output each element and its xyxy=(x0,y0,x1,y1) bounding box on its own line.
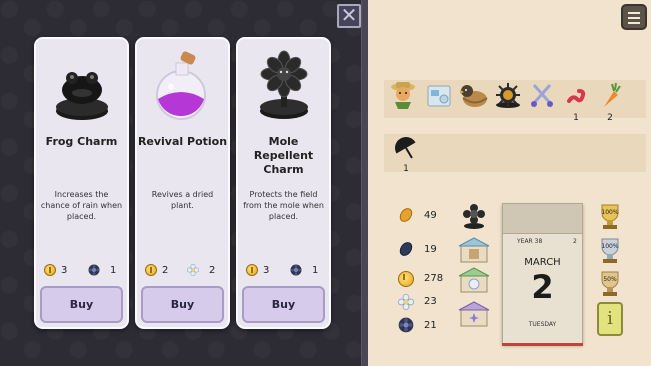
mine-bomb-icon[interactable] xyxy=(493,80,523,110)
calendar-accent xyxy=(502,343,583,346)
resource-dark-flower xyxy=(398,316,414,334)
card-title: Mole Repellent Charm xyxy=(253,135,314,176)
umbrella-count: 1 xyxy=(403,164,409,174)
light-flower-icon xyxy=(187,264,199,276)
coin-icon xyxy=(246,264,258,276)
card-description: Protects the field from the mole when pl… xyxy=(243,190,324,221)
resource-dark-seed-value: 19 xyxy=(424,244,437,255)
dark-seed-leaf-icon xyxy=(399,242,413,256)
trophy-bronze[interactable]: 50% xyxy=(596,268,624,298)
mole-flower-shed-icon[interactable] xyxy=(458,202,490,230)
revival-potion-icon xyxy=(156,51,206,120)
card-description: Revives a dried plant. xyxy=(151,190,214,210)
seed-cost: 1 xyxy=(88,263,116,277)
sparkle-shed-icon[interactable] xyxy=(458,300,490,328)
card-title: Revival Potion xyxy=(137,135,228,148)
sprinkler-box-icon[interactable] xyxy=(424,80,454,110)
calendar-year: YEAR 38 xyxy=(517,238,543,245)
buy-button[interactable]: Buy xyxy=(40,286,123,323)
dark-seed-icon xyxy=(290,264,302,276)
coin-icon xyxy=(145,264,157,276)
shop-card-revival-potion: Revival Potion Revives a dried plant. 2 … xyxy=(135,37,230,329)
dark-flower-icon xyxy=(398,317,414,333)
resource-coins-value: 278 xyxy=(424,273,444,284)
trophy-percent: 100% xyxy=(601,209,619,216)
frog-charm-icon xyxy=(56,72,108,120)
nest-bird-icon[interactable] xyxy=(458,80,488,110)
calendar-page: 2 xyxy=(573,238,577,245)
box-shed-icon[interactable] xyxy=(458,236,490,264)
trophy-gold[interactable]: 100% xyxy=(596,201,624,231)
buy-button[interactable]: Buy xyxy=(141,286,224,323)
coin-cost-value: 3 xyxy=(263,264,270,276)
shop-panel-edge xyxy=(361,0,368,366)
resource-dark-flower-value: 21 xyxy=(424,320,437,331)
calendar-weekday: TUESDAY xyxy=(528,321,557,328)
flower-cost-value: 2 xyxy=(209,264,216,276)
umbrella-icon[interactable] xyxy=(391,133,421,163)
shop-card-frog-charm: Frog Charm Increases the chance of rain … xyxy=(34,37,129,329)
calendar-day: 2 xyxy=(531,268,554,306)
calendar[interactable]: YEAR 38 2 MARCH 2 TUESDAY xyxy=(502,203,583,346)
scissors-icon[interactable] xyxy=(527,80,557,110)
trophy-silver[interactable]: 100% xyxy=(596,235,624,265)
resource-coins xyxy=(398,270,414,288)
coin-cost: 2 xyxy=(145,263,168,277)
trophy-icon xyxy=(601,204,619,229)
resource-light-flower-value: 23 xyxy=(424,296,437,307)
carrot-icon[interactable] xyxy=(594,80,624,110)
mole-repellent-charm-icon xyxy=(260,50,308,119)
worm-count: 1 xyxy=(573,113,579,123)
scarecrow-icon[interactable] xyxy=(388,80,418,110)
carrot-count: 2 xyxy=(607,113,613,123)
trophy-icon xyxy=(601,271,619,296)
calendar-header xyxy=(503,204,582,234)
resource-seed-value: 49 xyxy=(424,210,437,221)
trophy-percent: 50% xyxy=(603,276,617,283)
resource-seed xyxy=(398,206,414,224)
buy-button[interactable]: Buy xyxy=(242,286,325,323)
light-flower-icon xyxy=(398,294,414,310)
flower-shed-icon[interactable] xyxy=(458,266,490,294)
coin-cost-value: 3 xyxy=(61,264,68,276)
seed-cost: 1 xyxy=(290,263,318,277)
calendar-month: MARCH xyxy=(524,257,561,268)
close-button[interactable]: ✕ xyxy=(337,4,361,28)
seed-icon xyxy=(399,208,413,222)
shop-card-mole-repellent-charm: Mole Repellent Charm Protects the field … xyxy=(236,37,331,329)
card-title: Frog Charm xyxy=(45,135,118,148)
inventory-row-2 xyxy=(384,134,646,172)
info-button[interactable]: i xyxy=(597,302,623,336)
seed-cost-value: 1 xyxy=(110,264,117,276)
card-description: Increases the chance of rain when placed… xyxy=(40,190,123,221)
trophy-icon xyxy=(601,238,619,263)
resource-dark-seed xyxy=(398,240,414,258)
resource-light-flower xyxy=(398,293,414,311)
coin-cost: 3 xyxy=(44,263,67,277)
coin-cost-value: 2 xyxy=(162,264,169,276)
coin-cost: 3 xyxy=(246,263,269,277)
coin-icon xyxy=(398,271,414,287)
worm-icon[interactable] xyxy=(562,80,592,110)
dark-seed-icon xyxy=(88,264,100,276)
seed-cost-value: 1 xyxy=(312,264,319,276)
menu-button[interactable] xyxy=(621,4,647,30)
flower-cost: 2 xyxy=(187,263,215,277)
trophy-percent: 100% xyxy=(601,243,619,250)
coin-icon xyxy=(44,264,56,276)
